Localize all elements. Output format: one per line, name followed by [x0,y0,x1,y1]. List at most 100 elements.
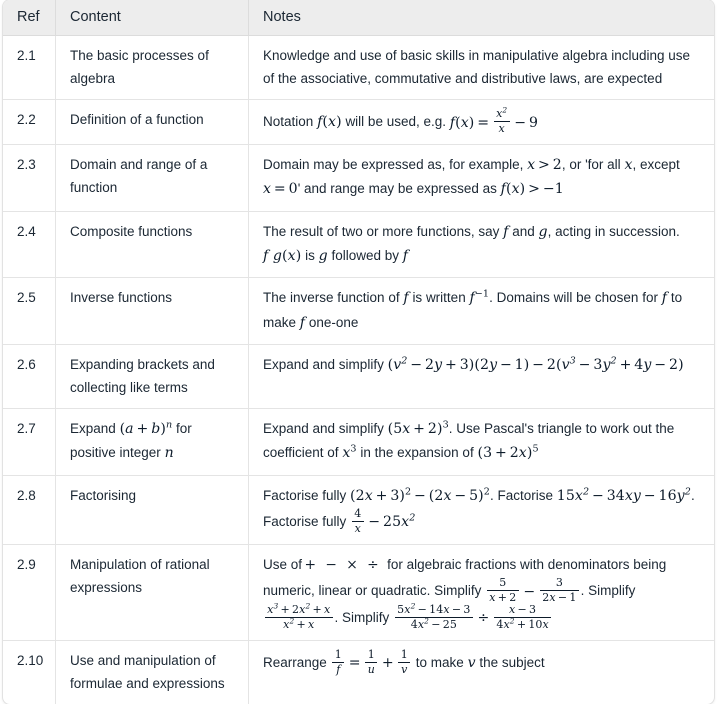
math-expression: 5 x +2−3 2x −1 [485,577,581,604]
cell-content: Manipulation of rational expressions [55,543,248,640]
column-header-content: Content [55,0,248,36]
cell-content: The basic processes of algebra [55,36,248,100]
math-expression: (a + b)n [119,419,173,438]
math-expression: x [624,157,633,174]
table-row: 2.3 Domain and range of a function Domai… [3,144,714,211]
math-expression: (v2−2y +3)(2y −1) −2(v3−3y2 +4y −2) [387,355,684,373]
cell-ref: 2.9 [3,543,55,640]
math-expression: 5x2−14x −3 4x2−25 ÷ x −3 4x2 +10x [393,602,553,630]
table-row: 2.5 Inverse functions The inverse functi… [3,277,714,344]
cell-ref: 2.2 [3,99,55,144]
math-expression: f(x) [317,114,342,131]
column-header-ref: Ref [3,0,55,36]
notes-text-mid1: and [512,223,535,239]
notes-text-mid2: . Simplify [580,583,636,599]
math-expression: n [164,445,174,462]
notes-text-mid2: , acting in succession. [547,223,680,239]
notes-text-lead: The result of two or more functions, say [263,223,500,239]
cell-content: Factorising [55,474,248,544]
math-expression: x3 [342,443,357,462]
math-expression: x = 0 [263,181,298,198]
cell-ref: 2.10 [3,639,55,704]
notes-text-lead: Notation [263,114,314,130]
table-row: 2.6 Expanding brackets and collecting li… [3,343,714,409]
content-text-lead: Expand [70,421,116,437]
cell-notes: Rearrange 1 f = 1 u +1 v to make v the subject [248,639,714,704]
table-row: 2.7 Expand (a + b)n for positive integer n… [3,408,714,475]
cell-notes: The inverse function of f is written f−1… [248,277,714,344]
cell-notes: Expand and simplify (5x +2)3. Use Pascal'… [248,408,714,475]
notes-text-mid1: . Factorise [489,487,553,503]
cell-content: Domain and range of a function [55,144,248,211]
notes-text-mid4: one-one [308,314,359,330]
cell-ref: 2.1 [17,48,36,63]
cell-content: Use and manipulation of formulae and exp… [55,639,248,704]
cell-content: Inverse functions [55,277,248,344]
notes-text-lead: Factorise fully [263,487,347,503]
cell-notes: Notation f(x) will be used, e.g. f(x) = x2… [248,99,714,145]
cell-ref: 2.3 [3,144,55,211]
math-expression: (5x +2)3 [387,419,449,438]
cell-notes: Domain may be expressed as, for example,… [248,144,714,211]
math-expression: g [538,223,548,240]
math-operator-minus: − [325,556,337,573]
table-row: 2.2 Definition of a function Notation f(… [3,99,714,145]
math-expression: f g(x) [263,247,302,264]
cell-notes: Factorise fully (2x +3)2− (2x −5)2. Factori… [248,474,714,544]
notes-text-mid: will be used, e.g. [345,114,446,130]
spec-table-container: Ref Content Notes 2.1 The basic processe… [3,0,714,704]
notes-text-mid1: , or 'for all [561,157,621,173]
notes-text-mid2: in the expansion of [360,445,474,461]
table-row: 2.10 Use and manipulation of formulae an… [3,639,714,704]
cell-content: Definition of a function [55,99,248,145]
notes-text-lead: Expand and simplify [263,356,384,372]
math-expression: f [402,247,409,264]
notes-text-mid3: . Simplify [334,610,390,626]
table-row: 2.9 Manipulation of rational expressions… [3,543,714,640]
math-expression: f [299,314,306,331]
notes-text-mid2: the subject [479,655,545,671]
math-expression: 4 x −25x2 [350,507,415,534]
table-row: 2.8 Factorising Factorise fully (2x +3)2−… [3,474,714,544]
math-expression: f [503,223,509,240]
math-operator-divide: ÷ [367,556,379,573]
cell-ref: 2.6 [3,343,55,408]
math-operator-plus: + [304,556,317,573]
math-expression: 15x2−34xy −16y2 [556,486,691,504]
notes-text-mid3: is [305,247,315,263]
cell-content: Expanding brackets and collecting like t… [55,343,248,409]
table-body: 2.1 The basic processes of algebra Knowl… [3,36,714,704]
math-expression: x3 +2x2 + x x2 + x [263,602,334,630]
math-expression: f−1 [469,288,490,307]
math-expression: 1 f = 1 u +1 v [331,648,412,675]
table-header: Ref Content Notes [3,0,714,36]
notes-text-lead: Expand and simplify [263,421,384,437]
cell-ref: 2.5 [3,277,55,344]
notes-text-lead: Rearrange [263,655,327,671]
cell-notes: Use of + − × ÷ for algebraic fractions with … [248,543,714,640]
notes-text-mid2: , except [632,157,680,173]
math-operator-times: × [346,556,358,573]
table-row: 2.4 Composite functions The result of tw… [3,210,714,278]
math-expression: (3 +2x)5 [477,443,539,462]
cell-ref: 2.7 [3,408,55,475]
cell-ref: 2.4 [3,210,55,278]
notes-text-lead: Domain may be expressed as, for example, [263,157,524,173]
notes-text-mid1: is written [412,290,466,306]
math-expression: x >2 [527,157,562,174]
cell-content: Composite functions [55,210,248,278]
notes-text-lead: The inverse function of [263,290,400,306]
math-expression: f [661,290,668,307]
math-expression: f(x) = x2 x −9 [449,105,539,136]
math-expression: f [403,290,409,307]
cell-notes: Knowledge and use of basic skills in man… [248,36,714,100]
math-expression: v [467,655,476,672]
table-header-row: Ref Content Notes [3,0,714,36]
notes-text-mid4: followed by [331,247,400,263]
notes-text-lead: Use of [263,556,303,572]
notes-text-mid3: ' and range may be expressed as [297,181,497,197]
math-expression: (2x +3)2− (2x −5)2 [350,486,490,504]
cell-notes: The result of two or more functions, say… [248,210,714,278]
cell-notes: Expand and simplify (v2−2y +3)(2y −1) −2(v3… [248,343,714,409]
column-header-notes: Notes [248,0,714,36]
